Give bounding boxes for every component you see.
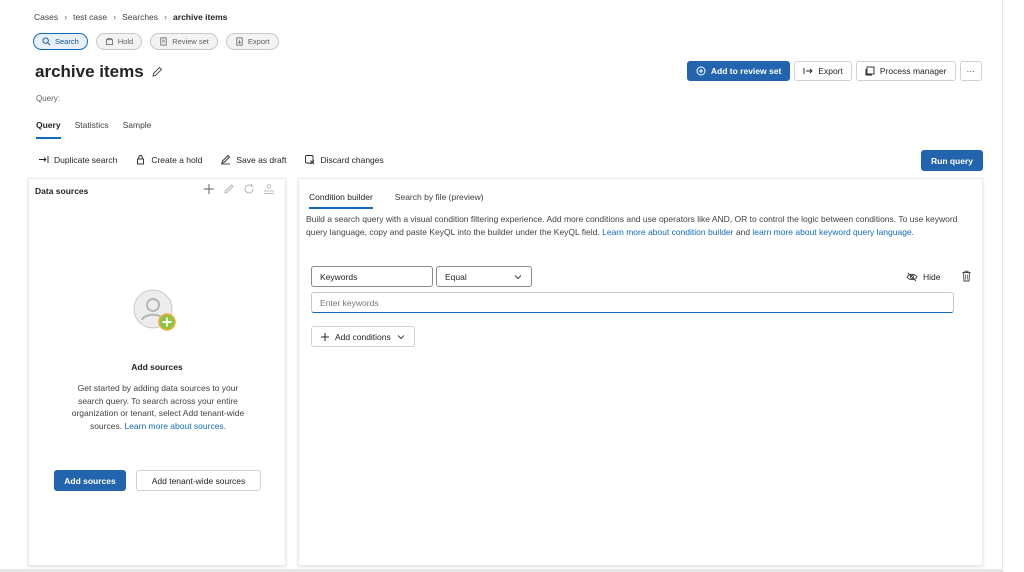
breadcrumb-current: archive items [173,12,228,22]
refresh-icon[interactable] [243,183,255,195]
button-label: Process manager [879,66,947,76]
page-title: archive items [35,62,163,82]
breadcrumb-test-case[interactable]: test case [73,12,107,22]
add-sources-illustration-icon [133,289,176,331]
lock-icon [137,155,145,165]
create-hold-button[interactable]: Create a hold [135,154,202,165]
tab-search-by-file[interactable]: Search by file (preview) [395,192,484,209]
eye-off-icon [906,272,918,282]
chevron-down-icon [514,274,522,279]
save-as-draft-button[interactable]: Save as draft [220,154,286,165]
add-circle-icon [696,66,706,76]
button-label: Export [818,66,843,76]
run-query-button[interactable]: Run query [921,150,983,171]
export-arrow-icon [803,68,813,74]
breadcrumb: Cases › test case › Searches › archive i… [34,12,227,22]
keywords-input[interactable] [311,292,954,313]
add-icon[interactable] [203,183,215,195]
button-label: Duplicate search [54,154,118,165]
operator-value: Equal [445,271,467,282]
data-sources-buttons: Add sources Add tenant-wide sources [54,470,261,491]
add-conditions-button[interactable]: Add conditions [311,326,415,347]
search-icon [42,37,51,46]
discard-icon [305,155,315,165]
chevron-right-icon: › [64,12,68,22]
button-label: Add conditions [335,331,391,342]
data-sources-panel: Data sources Add sources Get started by … [28,178,286,566]
page: Cases › test case › Searches › archive i… [0,0,1002,572]
pill-label: Hold [117,37,134,46]
hold-icon [105,38,113,46]
condition-field-select[interactable]: Keywords [311,266,433,287]
pill-label: Search [55,37,79,46]
pill-label: Review set [172,37,209,46]
process-manager-icon [865,66,875,76]
tab-query[interactable]: Query [36,120,61,139]
pill-review-set[interactable]: Review set [150,33,218,50]
filter-list-icon[interactable] [263,183,275,195]
export-button[interactable]: Export [794,61,852,81]
main-tabs: Query Statistics Sample [36,120,151,139]
pill-hold[interactable]: Hold [95,33,143,50]
delete-condition-button[interactable] [961,270,972,284]
builder-description: Build a search query with a visual condi… [306,213,968,239]
condition-row: Keywords Equal [311,266,532,287]
breadcrumb-cases[interactable]: Cases [34,12,58,22]
query-label: Query: [36,94,61,103]
description-period: . [911,227,915,237]
review-set-icon [160,37,167,46]
more-options-button[interactable]: ··· [959,61,982,81]
chevron-down-icon [397,334,405,339]
builder-tabs: Condition builder Search by file (previe… [309,192,484,209]
description-and: and [733,227,753,237]
empty-state-description: Get started by adding data sources to yo… [71,382,245,432]
condition-builder-panel: Condition builder Search by file (previe… [298,178,983,566]
condition-operator-select[interactable]: Equal [436,266,532,287]
pill-search[interactable]: Search [33,33,88,50]
chevron-right-icon: › [164,12,168,22]
data-sources-actions [203,183,275,195]
learn-more-sources-link[interactable]: Learn more about sources. [124,421,226,431]
edit-pencil-icon[interactable] [151,66,163,78]
breadcrumb-searches[interactable]: Searches [122,12,158,22]
button-label: Add to review set [710,66,782,76]
empty-state-title: Add sources [131,362,183,372]
vertical-scrollbar[interactable] [1002,0,1024,572]
hide-condition-button[interactable]: Hide [906,271,940,283]
add-to-review-set-button[interactable]: Add to review set [686,61,791,81]
process-manager-button[interactable]: Process manager [855,61,956,81]
learn-more-keyql-link[interactable]: learn more about keyword query language [752,227,911,237]
edit-icon[interactable] [223,183,235,195]
tab-condition-builder[interactable]: Condition builder [309,192,373,209]
discard-changes-button[interactable]: Discard changes [304,154,384,165]
chevron-right-icon: › [113,12,117,22]
add-sources-button[interactable]: Add sources [54,470,126,491]
button-label: Discard changes [320,154,384,165]
pill-label: Export [247,37,270,46]
header-actions: Add to review set Export Process manager… [686,61,982,81]
button-label: Create a hold [151,154,203,165]
export-icon [236,37,243,46]
tab-statistics[interactable]: Statistics [75,120,109,139]
query-toolbar: Duplicate search Create a hold Save as d… [38,154,384,165]
more-icon: ··· [966,66,976,76]
pill-export[interactable]: Export [225,33,279,50]
trash-icon [962,270,971,282]
page-title-text: archive items [35,62,144,81]
add-tenant-wide-sources-button[interactable]: Add tenant-wide sources [136,470,261,491]
duplicate-search-button[interactable]: Duplicate search [38,154,117,165]
button-label: Save as draft [236,154,287,165]
tab-sample[interactable]: Sample [123,120,152,139]
learn-more-condition-builder-link[interactable]: Learn more about condition builder [602,227,733,237]
workflow-pills: Search Hold Review set Export [33,33,279,50]
duplicate-arrow-icon [39,156,49,163]
plus-icon [321,332,329,341]
data-sources-header: Data sources [35,186,89,196]
hide-label: Hide [923,272,941,282]
draft-pen-icon [221,154,231,165]
